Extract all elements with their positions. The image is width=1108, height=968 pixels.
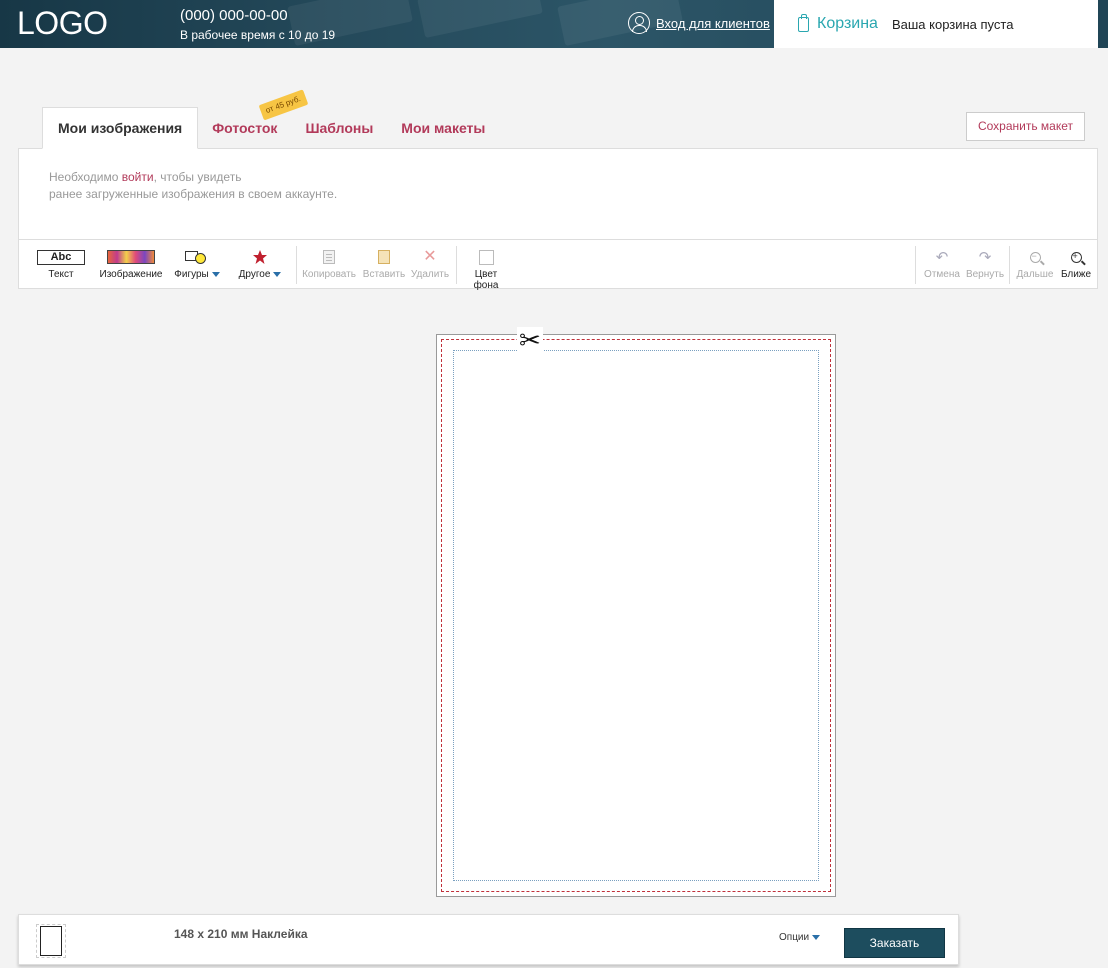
chevron-down-icon bbox=[211, 271, 220, 277]
user-icon bbox=[628, 12, 650, 34]
product-name: 148 x 210 мм Наклейка bbox=[174, 927, 308, 941]
zoom-out-icon: − bbox=[1029, 251, 1041, 263]
other-tool[interactable]: Другое bbox=[233, 248, 287, 280]
redo-label: Вернуть bbox=[965, 269, 1005, 280]
toolbar-divider bbox=[1009, 246, 1010, 284]
undo-button[interactable]: ↶ Отмена bbox=[921, 248, 963, 281]
working-hours: В рабочее время с 10 до 19 bbox=[180, 28, 336, 42]
tab-templates[interactable]: Шаблоны bbox=[291, 108, 387, 149]
toolbar-divider bbox=[456, 246, 457, 284]
scissors-icon: ✂ bbox=[517, 325, 543, 355]
background-color-tool[interactable]: Цвет фона bbox=[461, 248, 511, 291]
text-icon: Abc bbox=[37, 249, 85, 265]
zoom-out-label: Дальше bbox=[1016, 269, 1054, 280]
login-notice-line2: ранее загруженные изображения в своем ак… bbox=[49, 187, 338, 201]
toolbar-divider bbox=[915, 246, 916, 284]
text-tool[interactable]: Abc Текст bbox=[37, 248, 85, 280]
editor-toolbar: Abc Текст Изображение Фигуры Другое Копи… bbox=[18, 239, 1098, 291]
login-notice-prefix: Необходимо bbox=[49, 170, 122, 184]
cart-title[interactable]: Корзина bbox=[817, 15, 878, 33]
logo[interactable]: LOGO bbox=[17, 5, 108, 42]
shapes-tool[interactable]: Фигуры bbox=[169, 248, 225, 280]
zoom-in-label: Ближе bbox=[1060, 269, 1092, 280]
options-label: Опции bbox=[779, 932, 810, 943]
chevron-down-icon bbox=[273, 271, 282, 277]
paste-icon bbox=[378, 250, 390, 264]
undo-label: Отмена bbox=[924, 269, 960, 280]
zoom-in-button[interactable]: + Ближе bbox=[1057, 248, 1095, 281]
order-button[interactable]: Заказать bbox=[844, 928, 945, 958]
client-login-link[interactable]: Вход для клиентов bbox=[656, 16, 770, 31]
copy-icon bbox=[323, 250, 335, 264]
copy-label: Копировать bbox=[302, 269, 356, 280]
order-bar: 148 x 210 мм Наклейка Опции Заказать bbox=[18, 914, 959, 965]
image-tool-label: Изображение bbox=[99, 269, 163, 280]
shapes-tool-label: Фигуры bbox=[174, 269, 209, 280]
design-canvas[interactable]: ✂ bbox=[436, 327, 836, 897]
tab-my-layouts[interactable]: Мои макеты bbox=[387, 108, 499, 149]
text-tool-label: Текст bbox=[48, 269, 74, 280]
other-tool-label: Другое bbox=[238, 269, 271, 280]
color-swatch-icon bbox=[478, 249, 494, 265]
zoom-in-icon: + bbox=[1070, 251, 1082, 263]
tab-bar: Мои изображения Фотосток от 45 руб. Шабл… bbox=[42, 89, 499, 149]
tab-photostock[interactable]: Фотосток от 45 руб. bbox=[198, 89, 309, 149]
tab-my-images[interactable]: Мои изображения bbox=[42, 107, 199, 149]
login-notice: Необходимо войти, чтобы увидеть ранее за… bbox=[49, 169, 337, 203]
shapes-icon bbox=[185, 250, 209, 264]
toolbar-divider bbox=[296, 246, 297, 284]
zoom-out-button[interactable]: − Дальше bbox=[1015, 248, 1055, 281]
save-layout-button[interactable]: Сохранить макет bbox=[966, 112, 1085, 141]
paste-button[interactable]: Вставить bbox=[359, 248, 409, 280]
star-icon bbox=[253, 250, 267, 264]
tab-photostock-label: Фотосток bbox=[212, 120, 278, 136]
safe-zone bbox=[453, 350, 819, 881]
cart-status: Ваша корзина пуста bbox=[891, 16, 1014, 32]
phone-number: (000) 000-00-00 bbox=[180, 7, 288, 24]
background-color-label: Цвет фона bbox=[473, 269, 499, 291]
client-login[interactable]: Вход для клиентов bbox=[628, 12, 770, 34]
image-tool[interactable]: Изображение bbox=[97, 248, 165, 280]
redo-button[interactable]: ↷ Вернуть bbox=[963, 248, 1007, 281]
login-notice-suffix: , чтобы увидеть bbox=[153, 170, 242, 184]
paste-label: Вставить bbox=[362, 269, 406, 280]
redo-icon: ↷ bbox=[978, 248, 992, 266]
images-panel: Необходимо войти, чтобы увидеть ранее за… bbox=[18, 148, 1098, 240]
cart[interactable]: Корзина Ваша корзина пуста bbox=[774, 0, 1098, 48]
product-thumbnail[interactable] bbox=[40, 926, 62, 956]
delete-button[interactable]: ✕ Удалить bbox=[409, 248, 451, 281]
options-dropdown[interactable]: Опции bbox=[779, 932, 821, 943]
delete-icon: ✕ bbox=[423, 248, 437, 265]
image-icon bbox=[107, 250, 155, 264]
delete-label: Удалить bbox=[410, 269, 450, 280]
copy-button[interactable]: Копировать bbox=[301, 248, 357, 280]
header: LOGO (000) 000-00-00 В рабочее время с 1… bbox=[0, 0, 1108, 48]
chevron-down-icon bbox=[812, 934, 821, 940]
login-link[interactable]: войти bbox=[122, 170, 154, 184]
undo-icon: ↶ bbox=[935, 248, 949, 266]
clipboard-icon bbox=[798, 13, 809, 32]
